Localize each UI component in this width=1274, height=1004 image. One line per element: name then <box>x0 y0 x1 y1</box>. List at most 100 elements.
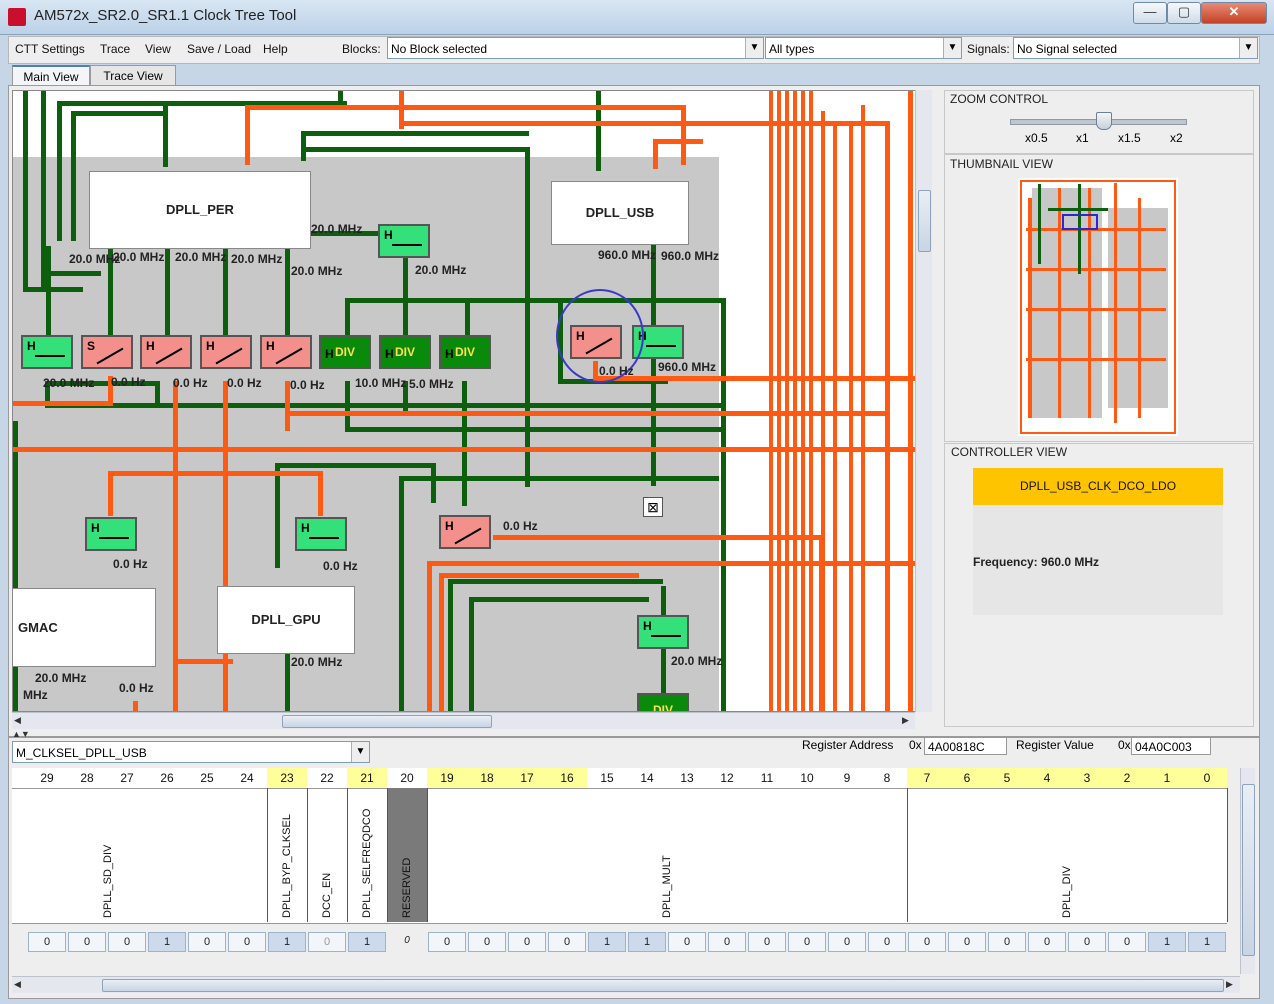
bit-value[interactable]: 0 <box>668 932 706 952</box>
register-field[interactable]: DPLL_DIV <box>908 788 1228 922</box>
menu-view[interactable]: View <box>145 42 171 56</box>
signal-wire <box>275 463 435 468</box>
bit-value[interactable]: 1 <box>1148 932 1186 952</box>
bit-value[interactable]: 0 <box>468 932 506 952</box>
bit-value[interactable]: 1 <box>148 932 186 952</box>
register-dropdown[interactable]: M_CLKSEL_DPLL_USB ▼ <box>12 741 370 763</box>
types-dropdown[interactable]: All types ▼ <box>765 37 962 59</box>
clock-gate[interactable]: H <box>140 335 192 369</box>
scroll-left-icon[interactable]: ◀ <box>14 979 21 990</box>
bit-value[interactable]: 0 <box>188 932 226 952</box>
canvas-horizontal-scrollbar[interactable]: ◀ ▶ <box>12 712 915 729</box>
scroll-thumb[interactable] <box>918 190 931 252</box>
bit-value[interactable]: 0 <box>1028 932 1066 952</box>
menu-help[interactable]: Help <box>263 42 288 56</box>
signals-value: No Signal selected <box>1017 42 1118 56</box>
register-field[interactable]: DPLL_SD_DIV <box>12 788 268 922</box>
bit-value[interactable]: 0 <box>708 932 746 952</box>
maximize-button[interactable]: ▢ <box>1167 2 1201 24</box>
window-title: AM572x_SR2.0_SR1.1 Clock Tree Tool <box>34 7 297 24</box>
bit-value[interactable]: 1 <box>1188 932 1226 952</box>
bit-value[interactable]: 0 <box>748 932 786 952</box>
register-vertical-scrollbar[interactable] <box>1240 768 1255 974</box>
divider-label: DIV <box>652 703 673 712</box>
register-field[interactable]: DPLL_MULT <box>428 788 908 922</box>
block-dpll-gpu[interactable]: DPLL_GPU <box>217 586 355 654</box>
tab-main-view[interactable]: Main View <box>12 65 90 87</box>
bit-value[interactable]: 0 <box>228 932 266 952</box>
clock-gate[interactable]: H <box>260 335 312 369</box>
bit-value[interactable]: 0 <box>68 932 106 952</box>
block-dpll-per[interactable]: DPLL_PER <box>89 171 311 249</box>
block-dpll-usb[interactable]: DPLL_USB <box>551 181 689 245</box>
register-field[interactable]: DPLL_BYP_CLKSEL <box>268 788 308 922</box>
bit-value[interactable]: 0 <box>1068 932 1106 952</box>
scroll-thumb[interactable] <box>102 979 1224 992</box>
clock-gate[interactable]: H <box>21 335 73 369</box>
signal-wire <box>46 246 51 336</box>
bit-value[interactable]: 0 <box>868 932 906 952</box>
clock-divider[interactable]: H DIV <box>319 335 371 369</box>
scroll-right-icon[interactable]: ▶ <box>1226 979 1233 990</box>
clock-divider[interactable]: H DIV <box>439 335 491 369</box>
switch-icon <box>155 347 183 365</box>
clock-gate[interactable]: S <box>81 335 133 369</box>
signals-dropdown[interactable]: No Signal selected ▼ <box>1013 37 1258 59</box>
clock-gate[interactable]: H <box>85 517 137 551</box>
clock-gate[interactable]: H <box>378 224 430 258</box>
scroll-left-icon[interactable]: ◀ <box>14 715 21 726</box>
clock-divider[interactable]: DIV <box>637 693 689 712</box>
bit-value[interactable]: 0 <box>428 932 466 952</box>
clock-sink-icon[interactable]: ⊠ <box>643 497 663 517</box>
bit-value[interactable]: 1 <box>348 932 386 952</box>
bit-value[interactable]: 0 <box>788 932 826 952</box>
bit-value[interactable]: 0 <box>548 932 586 952</box>
signal-wire <box>108 471 113 516</box>
scroll-thumb[interactable] <box>1242 784 1255 956</box>
signal-wire <box>448 579 663 584</box>
bit-value[interactable]: 0 <box>908 932 946 952</box>
minimap-viewport[interactable] <box>1062 214 1098 230</box>
scroll-right-icon[interactable]: ▶ <box>902 715 909 726</box>
minimize-button[interactable]: — <box>1133 2 1167 24</box>
block-gmac[interactable]: GMAC <box>13 588 156 667</box>
register-address-field[interactable]: 4A00818C <box>924 737 1007 755</box>
register-field[interactable]: DPLL_SELFREQDCO <box>348 788 388 922</box>
bit-value[interactable]: 0 <box>1108 932 1146 952</box>
bit-number: 7 <box>907 768 947 788</box>
blocks-dropdown[interactable]: No Block selected ▼ <box>387 37 764 59</box>
bit-value[interactable]: 1 <box>628 932 666 952</box>
menu-save-load[interactable]: Save / Load <box>187 42 251 56</box>
bit-value[interactable]: 0 <box>988 932 1026 952</box>
bit-value[interactable]: 0 <box>948 932 986 952</box>
zoom-slider-thumb[interactable] <box>1096 112 1112 130</box>
clock-gate[interactable]: H <box>637 615 689 649</box>
bit-value[interactable]: 0 <box>828 932 866 952</box>
menu-trace[interactable]: Trace <box>100 42 130 56</box>
bit-value[interactable]: 0 <box>28 932 66 952</box>
clock-divider[interactable]: H DIV <box>379 335 431 369</box>
tab-trace-view[interactable]: Trace View <box>90 65 176 86</box>
menu-ctt-settings[interactable]: CTT Settings <box>15 42 85 56</box>
canvas-vertical-scrollbar[interactable] <box>915 90 932 712</box>
bit-value[interactable]: 0 <box>308 932 346 952</box>
close-button[interactable]: ✕ <box>1201 2 1267 24</box>
clock-gate[interactable]: H <box>295 517 347 551</box>
register-value-field[interactable]: 04A0C003 <box>1131 737 1211 755</box>
bit-number: 8 <box>883 771 891 785</box>
bit-value[interactable]: 0 <box>508 932 546 952</box>
signal-wire <box>439 573 444 711</box>
thumbnail-minimap[interactable] <box>1018 178 1178 436</box>
clock-gate[interactable]: H <box>439 515 491 549</box>
scroll-thumb[interactable] <box>282 715 492 728</box>
bit-number: 27 <box>120 771 134 785</box>
clock-tree-canvas[interactable]: DPLL_PER DPLL_USB GMAC DPLL_GPU H H S H … <box>12 90 916 712</box>
register-horizontal-scrollbar[interactable]: ◀ ▶ <box>12 976 1240 993</box>
bit-value[interactable]: 0 <box>108 932 146 952</box>
clock-gate[interactable]: H <box>200 335 252 369</box>
signal-wire <box>245 105 685 110</box>
bit-value[interactable]: 1 <box>588 932 626 952</box>
bit-value[interactable]: 1 <box>268 932 306 952</box>
gate-type-label: H <box>266 339 275 353</box>
register-field[interactable]: DCC_EN <box>308 788 348 922</box>
